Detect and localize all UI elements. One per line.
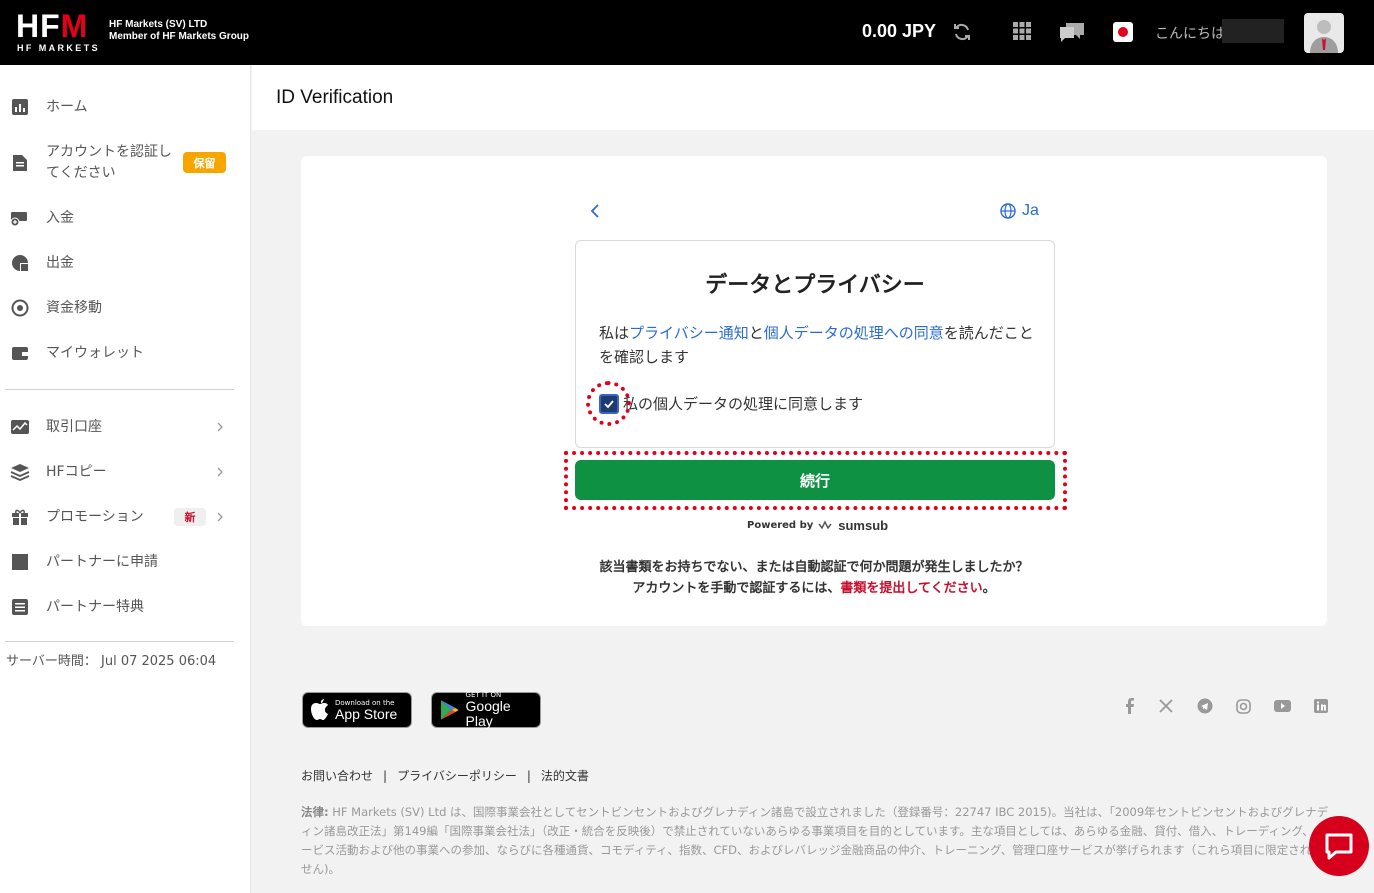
linkedin-icon[interactable] (1312, 697, 1330, 715)
username-redacted (1222, 19, 1284, 43)
footer-link-contact[interactable]: お問い合わせ (301, 769, 373, 783)
google-play-button[interactable]: GET IT ON Google Play (431, 691, 541, 729)
apps-grid-icon[interactable] (1012, 21, 1032, 41)
new-badge: 新 (174, 508, 206, 526)
server-time: サーバー時間： Jul 07 2025 06:04 (6, 654, 217, 669)
gift-icon (10, 507, 30, 527)
help-text-line2: アカウントを手動で認証するには、書類を提出してください。 (632, 581, 996, 596)
sidebar-item-label: パートナーに申請 (46, 553, 158, 570)
partner-icon (10, 552, 30, 572)
chevron-right-icon (217, 467, 223, 477)
wallet-icon (10, 343, 30, 363)
trading-chart-icon (10, 417, 30, 437)
globe-icon (1000, 203, 1016, 219)
sidebar-item-deposit[interactable]: 入金 (0, 207, 250, 229)
sidebar-item-wallet[interactable]: マイウォレット (0, 342, 250, 364)
withdraw-icon (10, 253, 30, 273)
google-play-icon (440, 700, 459, 720)
footer-links: お問い合わせ | プライバシーポリシー | 法的文書 (301, 769, 589, 783)
account-balance: 0.00 JPY (862, 21, 937, 41)
sidebar-item-transfer[interactable]: 資金移動 (0, 297, 250, 319)
sidebar-item-partner-benefits[interactable]: パートナー特典 (0, 596, 250, 618)
sidebar-item-label: マイウォレット (46, 344, 144, 361)
privacy-panel: データとプライバシー 私はプライバシー通知と個人データの処理への同意を読んだこと… (575, 240, 1055, 448)
japan-flag-icon[interactable] (1113, 22, 1133, 42)
sidebar-item-promotions[interactable]: プロモーション (0, 506, 250, 528)
greeting-text: こんにちは (1155, 26, 1225, 42)
logo-subtitle: HF MARKETS (17, 43, 100, 53)
x-twitter-icon[interactable] (1157, 697, 1175, 715)
document-icon (10, 153, 30, 173)
sidebar-divider (5, 389, 234, 390)
submit-documents-link[interactable]: 書類を提出してください (840, 581, 982, 596)
footer-link-privacy-policy[interactable]: プライバシーポリシー (397, 769, 517, 783)
sidebar-item-withdraw[interactable]: 出金 (0, 252, 250, 274)
chevron-right-icon (217, 512, 223, 522)
apple-icon (311, 699, 328, 720)
sidebar-item-label: プロモーション (46, 508, 144, 525)
sidebar-divider (5, 641, 234, 642)
chevron-left-icon[interactable] (587, 202, 605, 220)
sidebar-item-apply-partner[interactable]: パートナーに申請 (0, 551, 250, 573)
sidebar-item-home[interactable]: ホーム (0, 96, 250, 118)
consent-row[interactable]: 私の個人データの処理に同意します (599, 393, 863, 414)
footer-link-legal-documents[interactable]: 法的文書 (541, 769, 589, 783)
sidebar-item-label: 資金移動 (46, 299, 102, 316)
layers-icon (10, 462, 30, 482)
youtube-icon[interactable] (1273, 697, 1291, 715)
status-badge-pending: 保留 (183, 152, 226, 173)
refresh-icon[interactable] (951, 21, 973, 43)
user-avatar[interactable] (1304, 13, 1344, 53)
page-header: ID Verification (252, 65, 1374, 130)
powered-by-sumsub: Powered by sumsub (747, 518, 889, 533)
legal-disclaimer: 法律: HF Markets (SV) Ltd は、国際事業会社としてセントビン… (301, 805, 1329, 876)
consent-label: 私の個人データの処理に同意します (623, 395, 864, 413)
chart-bars-icon (10, 97, 30, 117)
sidebar: ホーム アカウントを認証してください 保留 入金 出金 資金移動 マイウォレット… (0, 65, 251, 893)
top-bar: HFM HF MARKETS HF Markets (SV) LTD Membe… (0, 0, 1374, 65)
sumsub-logo-icon (818, 519, 832, 529)
deposit-icon (10, 208, 30, 228)
language-selector[interactable]: Ja (1000, 202, 1039, 220)
privacy-title: データとプライバシー (705, 273, 925, 298)
company-info: HF Markets (SV) LTD Member of HF Markets… (109, 19, 250, 42)
app-store-button[interactable]: Download on the App Store (302, 692, 412, 728)
chat-icon (1325, 833, 1353, 860)
sidebar-item-label: ホーム (46, 98, 88, 115)
privacy-notice-link[interactable]: プライバシー通知 (629, 324, 749, 342)
chat-bubbles-icon[interactable] (1057, 20, 1087, 44)
sidebar-item-label: 入金 (46, 209, 74, 226)
list-icon (10, 597, 30, 617)
language-label: Ja (1022, 202, 1039, 219)
continue-button[interactable]: 続行 (575, 460, 1055, 500)
sidebar-item-label: 取引口座 (46, 418, 102, 435)
data-consent-link[interactable]: 個人データの処理への同意 (764, 324, 944, 342)
transfer-icon (10, 298, 30, 318)
sidebar-item-label: アカウントを認証してください (46, 144, 172, 181)
sidebar-item-label: 出金 (46, 254, 74, 271)
sidebar-item-label: HFコピー (46, 463, 107, 480)
telegram-icon[interactable] (1196, 697, 1214, 715)
instagram-icon[interactable] (1234, 697, 1252, 715)
sidebar-item-trading-accounts[interactable]: 取引口座 (0, 416, 250, 438)
highlight-circle (586, 381, 631, 426)
sidebar-item-label: パートナー特典 (46, 598, 144, 615)
privacy-statement: 私はプライバシー通知と個人データの処理への同意を読んだことを確認します (599, 324, 1034, 366)
help-text-line1: 該当書類をお持ちでない、または自動認証で何か問題が発生しましたか？ (599, 560, 1029, 575)
live-chat-button[interactable] (1309, 816, 1369, 876)
chevron-right-icon (217, 422, 223, 432)
facebook-icon[interactable] (1121, 697, 1139, 715)
hfm-logo[interactable]: HFM (16, 10, 88, 42)
sidebar-item-hfcopy[interactable]: HFコピー (0, 461, 250, 483)
page-title: ID Verification (276, 87, 394, 108)
